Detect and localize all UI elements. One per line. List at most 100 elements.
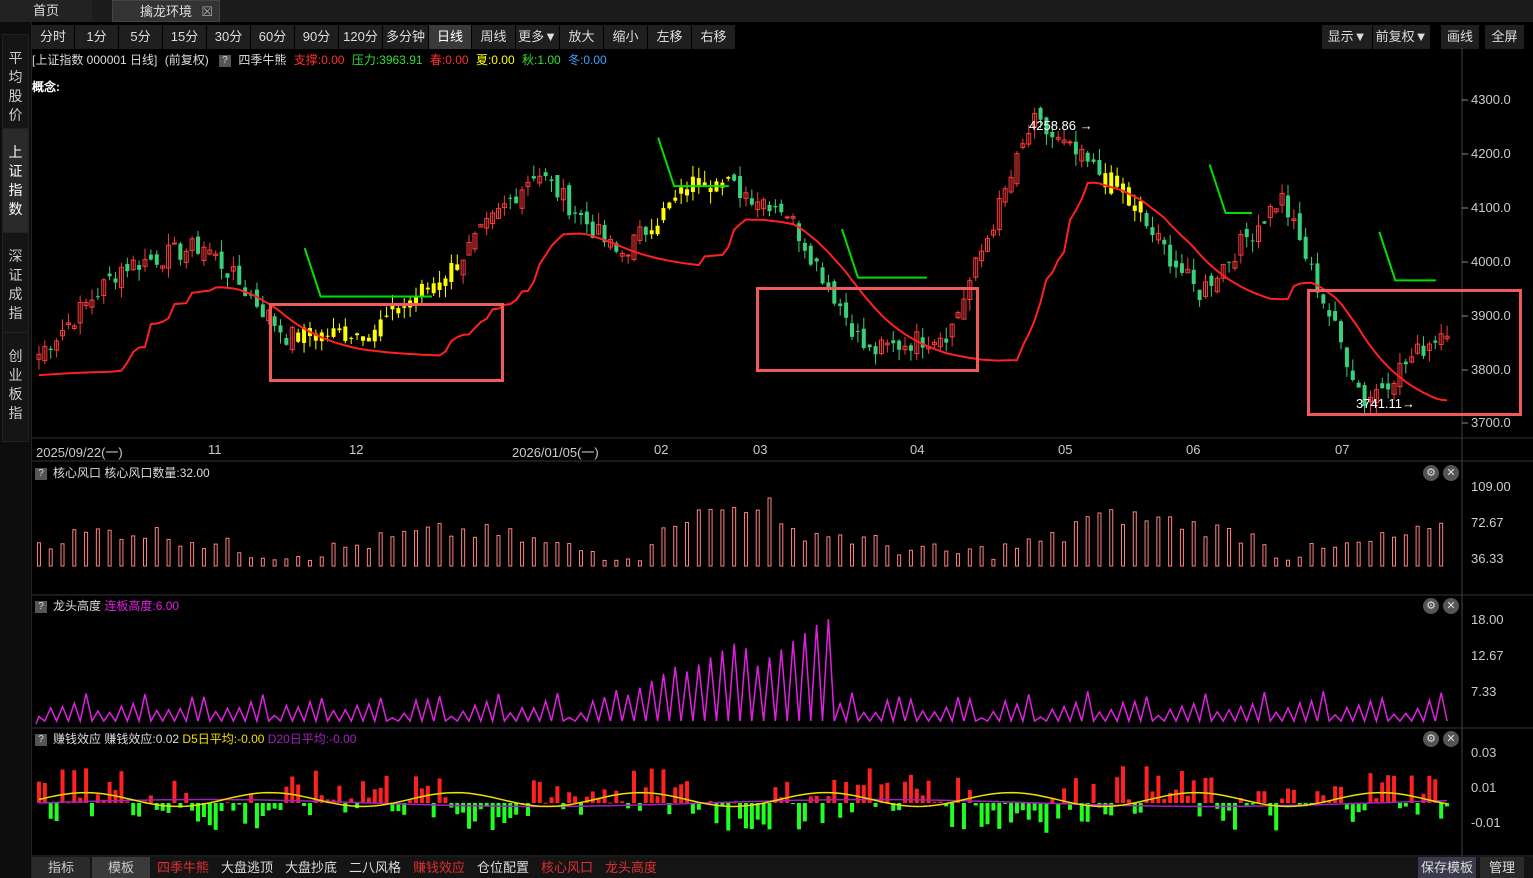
money-bar: [1073, 778, 1078, 803]
highlight-box: [756, 287, 979, 372]
money-bar: [467, 803, 472, 829]
core-bar: [1215, 524, 1220, 567]
help-icon[interactable]: ?: [35, 467, 47, 480]
close-icon[interactable]: ✕: [1443, 598, 1459, 614]
money-bar: [1262, 791, 1267, 803]
money-bar: [537, 782, 542, 803]
money-bar: [820, 803, 825, 823]
money-axis-tick: 0.03: [1471, 745, 1497, 760]
money-bar: [555, 786, 560, 803]
bottom-tab-template[interactable]: 模板: [92, 857, 150, 878]
core-bar: [237, 552, 242, 567]
candle-body: [673, 197, 678, 201]
money-bar: [867, 768, 872, 803]
core-bar: [1403, 534, 1408, 567]
candle-body: [643, 226, 648, 235]
money-bar: [1079, 803, 1084, 822]
bottom-tab-indicator[interactable]: 指标: [32, 857, 90, 878]
money-bar: [796, 803, 801, 830]
manage-button[interactable]: 管理: [1480, 857, 1524, 878]
close-icon[interactable]: ✕: [1443, 731, 1459, 747]
core-bar: [602, 559, 607, 567]
core-bar: [1392, 536, 1397, 567]
bottom-item-four-seasons[interactable]: 四季牛熊: [152, 857, 214, 878]
bottom-item-escape-top[interactable]: 大盘逃顶: [216, 857, 278, 878]
money-bar: [1274, 803, 1279, 831]
candle-body: [1250, 240, 1255, 242]
money-bar: [914, 788, 919, 803]
core-bar: [967, 548, 972, 567]
core-bar: [520, 541, 525, 567]
candle-body: [219, 251, 224, 269]
core-bar: [849, 543, 854, 567]
gear-icon[interactable]: ⚙: [1423, 465, 1439, 481]
bottom-item-core-wind[interactable]: 核心风口: [536, 857, 598, 878]
help-icon[interactable]: ?: [35, 600, 47, 613]
core-bar: [1380, 532, 1385, 567]
money-bar: [1003, 803, 1008, 804]
core-bar: [296, 556, 301, 567]
core-bar: [107, 529, 112, 567]
money-d20-value: D20日平均:-0.00: [267, 732, 357, 746]
candle-body: [773, 205, 778, 208]
core-bar: [1439, 522, 1444, 567]
core-bar: [626, 558, 631, 567]
core-bar: [48, 548, 53, 567]
help-icon[interactable]: ?: [35, 733, 47, 746]
core-axis-tick: 36.33: [1471, 551, 1504, 566]
core-bar: [1121, 524, 1126, 567]
candle-body: [1262, 221, 1267, 224]
candle-body: [154, 254, 159, 265]
candle-body: [685, 189, 690, 196]
bottom-item-dragon-height[interactable]: 龙头高度: [600, 857, 662, 878]
dragon-panel-value: 连板高度:6.00: [104, 599, 180, 613]
money-bar: [437, 778, 442, 803]
bottom-item-28-style[interactable]: 二八风格: [344, 857, 406, 878]
money-bar: [1138, 803, 1143, 813]
bottom-item-money-effect[interactable]: 赚钱效应: [408, 857, 470, 878]
price-tick: 4100.0: [1471, 200, 1511, 215]
core-bar: [1050, 532, 1055, 567]
core-bar: [496, 535, 501, 567]
money-bar: [307, 803, 312, 816]
gear-icon[interactable]: ⚙: [1423, 731, 1439, 747]
candle-body: [107, 273, 112, 277]
candle-body: [419, 283, 424, 296]
candle-body: [1244, 228, 1249, 238]
date-tick: 03: [753, 442, 768, 457]
date-tick: 12: [349, 442, 364, 457]
candle-body: [449, 263, 454, 282]
core-bar: [932, 543, 937, 567]
core-bar: [614, 559, 619, 567]
money-bar: [1150, 791, 1155, 803]
candle-body: [661, 208, 666, 221]
candle-body: [1126, 187, 1131, 206]
money-bar: [1315, 791, 1320, 803]
money-bar: [873, 803, 878, 807]
bottom-item-position[interactable]: 仓位配置: [472, 857, 534, 878]
bottom-item-bottom-fishing[interactable]: 大盘抄底: [280, 857, 342, 878]
date-tick: 11: [208, 442, 222, 457]
candle-body: [573, 212, 578, 214]
money-bar: [1439, 803, 1444, 819]
money-bar: [1056, 803, 1061, 819]
core-bar: [1191, 521, 1196, 567]
candle-body: [696, 178, 701, 186]
close-icon[interactable]: ✕: [1443, 465, 1459, 481]
money-bar: [961, 803, 966, 830]
gear-icon[interactable]: ⚙: [1423, 598, 1439, 614]
candle-body: [802, 242, 807, 251]
candle-body: [1197, 289, 1202, 301]
core-bar: [1333, 546, 1338, 567]
money-bar: [1185, 795, 1190, 803]
money-bar: [1209, 777, 1214, 803]
money-bar: [302, 803, 307, 806]
candle-body: [455, 264, 460, 270]
save-template-button[interactable]: 保存模板: [1418, 857, 1476, 878]
money-bar: [956, 777, 961, 803]
core-bar: [1415, 525, 1420, 567]
candle-body: [125, 264, 130, 272]
core-bar: [366, 548, 371, 567]
money-bar: [802, 803, 807, 822]
date-tick: 05: [1058, 442, 1073, 457]
